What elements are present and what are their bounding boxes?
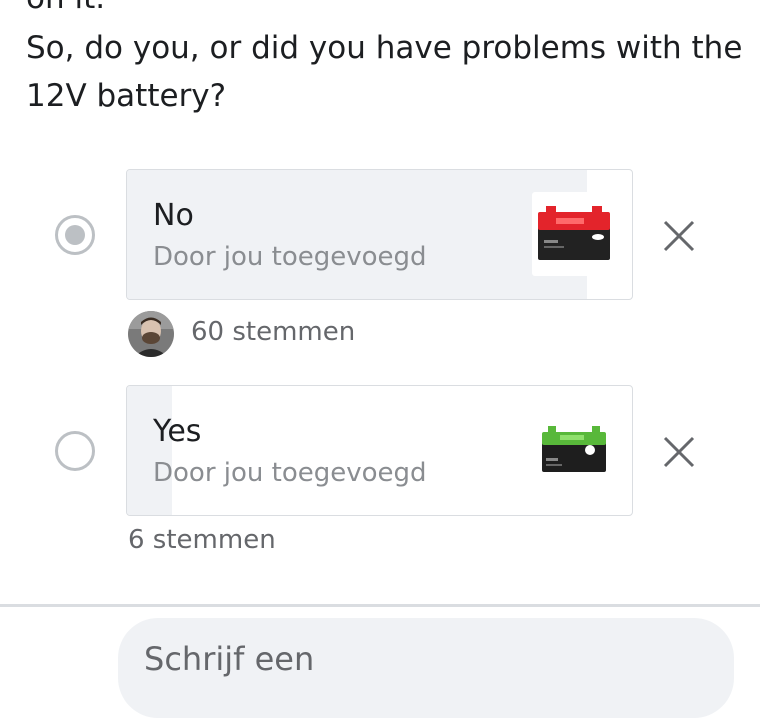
red-motorcycle-battery-icon bbox=[532, 192, 616, 276]
remove-option-no-icon[interactable] bbox=[662, 219, 696, 253]
poll-option-added-by: Door jou toegevoegd bbox=[153, 242, 427, 272]
poll-option-radio-yes[interactable] bbox=[55, 431, 95, 471]
green-lithium-battery-icon bbox=[532, 408, 616, 492]
voter-avatar[interactable] bbox=[128, 311, 174, 357]
poll-option-yes[interactable]: Yes Door jou toegevoegd bbox=[126, 385, 633, 516]
comment-input[interactable]: Schrijf een bbox=[118, 618, 734, 718]
vote-share-bar-yes bbox=[127, 386, 173, 515]
post-text-partial: on it. bbox=[26, 0, 105, 18]
poll-option-label: Yes bbox=[153, 414, 202, 449]
vote-share-bar-no bbox=[127, 170, 587, 299]
poll-question: So, do you, or did you have problems wit… bbox=[26, 30, 743, 114]
poll-option-radio-no[interactable] bbox=[55, 215, 95, 255]
comment-placeholder: Schrijf een bbox=[144, 640, 315, 678]
vote-count[interactable]: 60 stemmen bbox=[191, 317, 355, 347]
divider bbox=[0, 604, 760, 607]
poll-option-label: No bbox=[153, 198, 194, 233]
poll-option-no[interactable]: No Door jou toegevoegd bbox=[126, 169, 633, 300]
poll-option-added-by: Door jou toegevoegd bbox=[153, 458, 427, 488]
vote-count[interactable]: 6 stemmen bbox=[128, 525, 276, 555]
remove-option-yes-icon[interactable] bbox=[662, 435, 696, 469]
